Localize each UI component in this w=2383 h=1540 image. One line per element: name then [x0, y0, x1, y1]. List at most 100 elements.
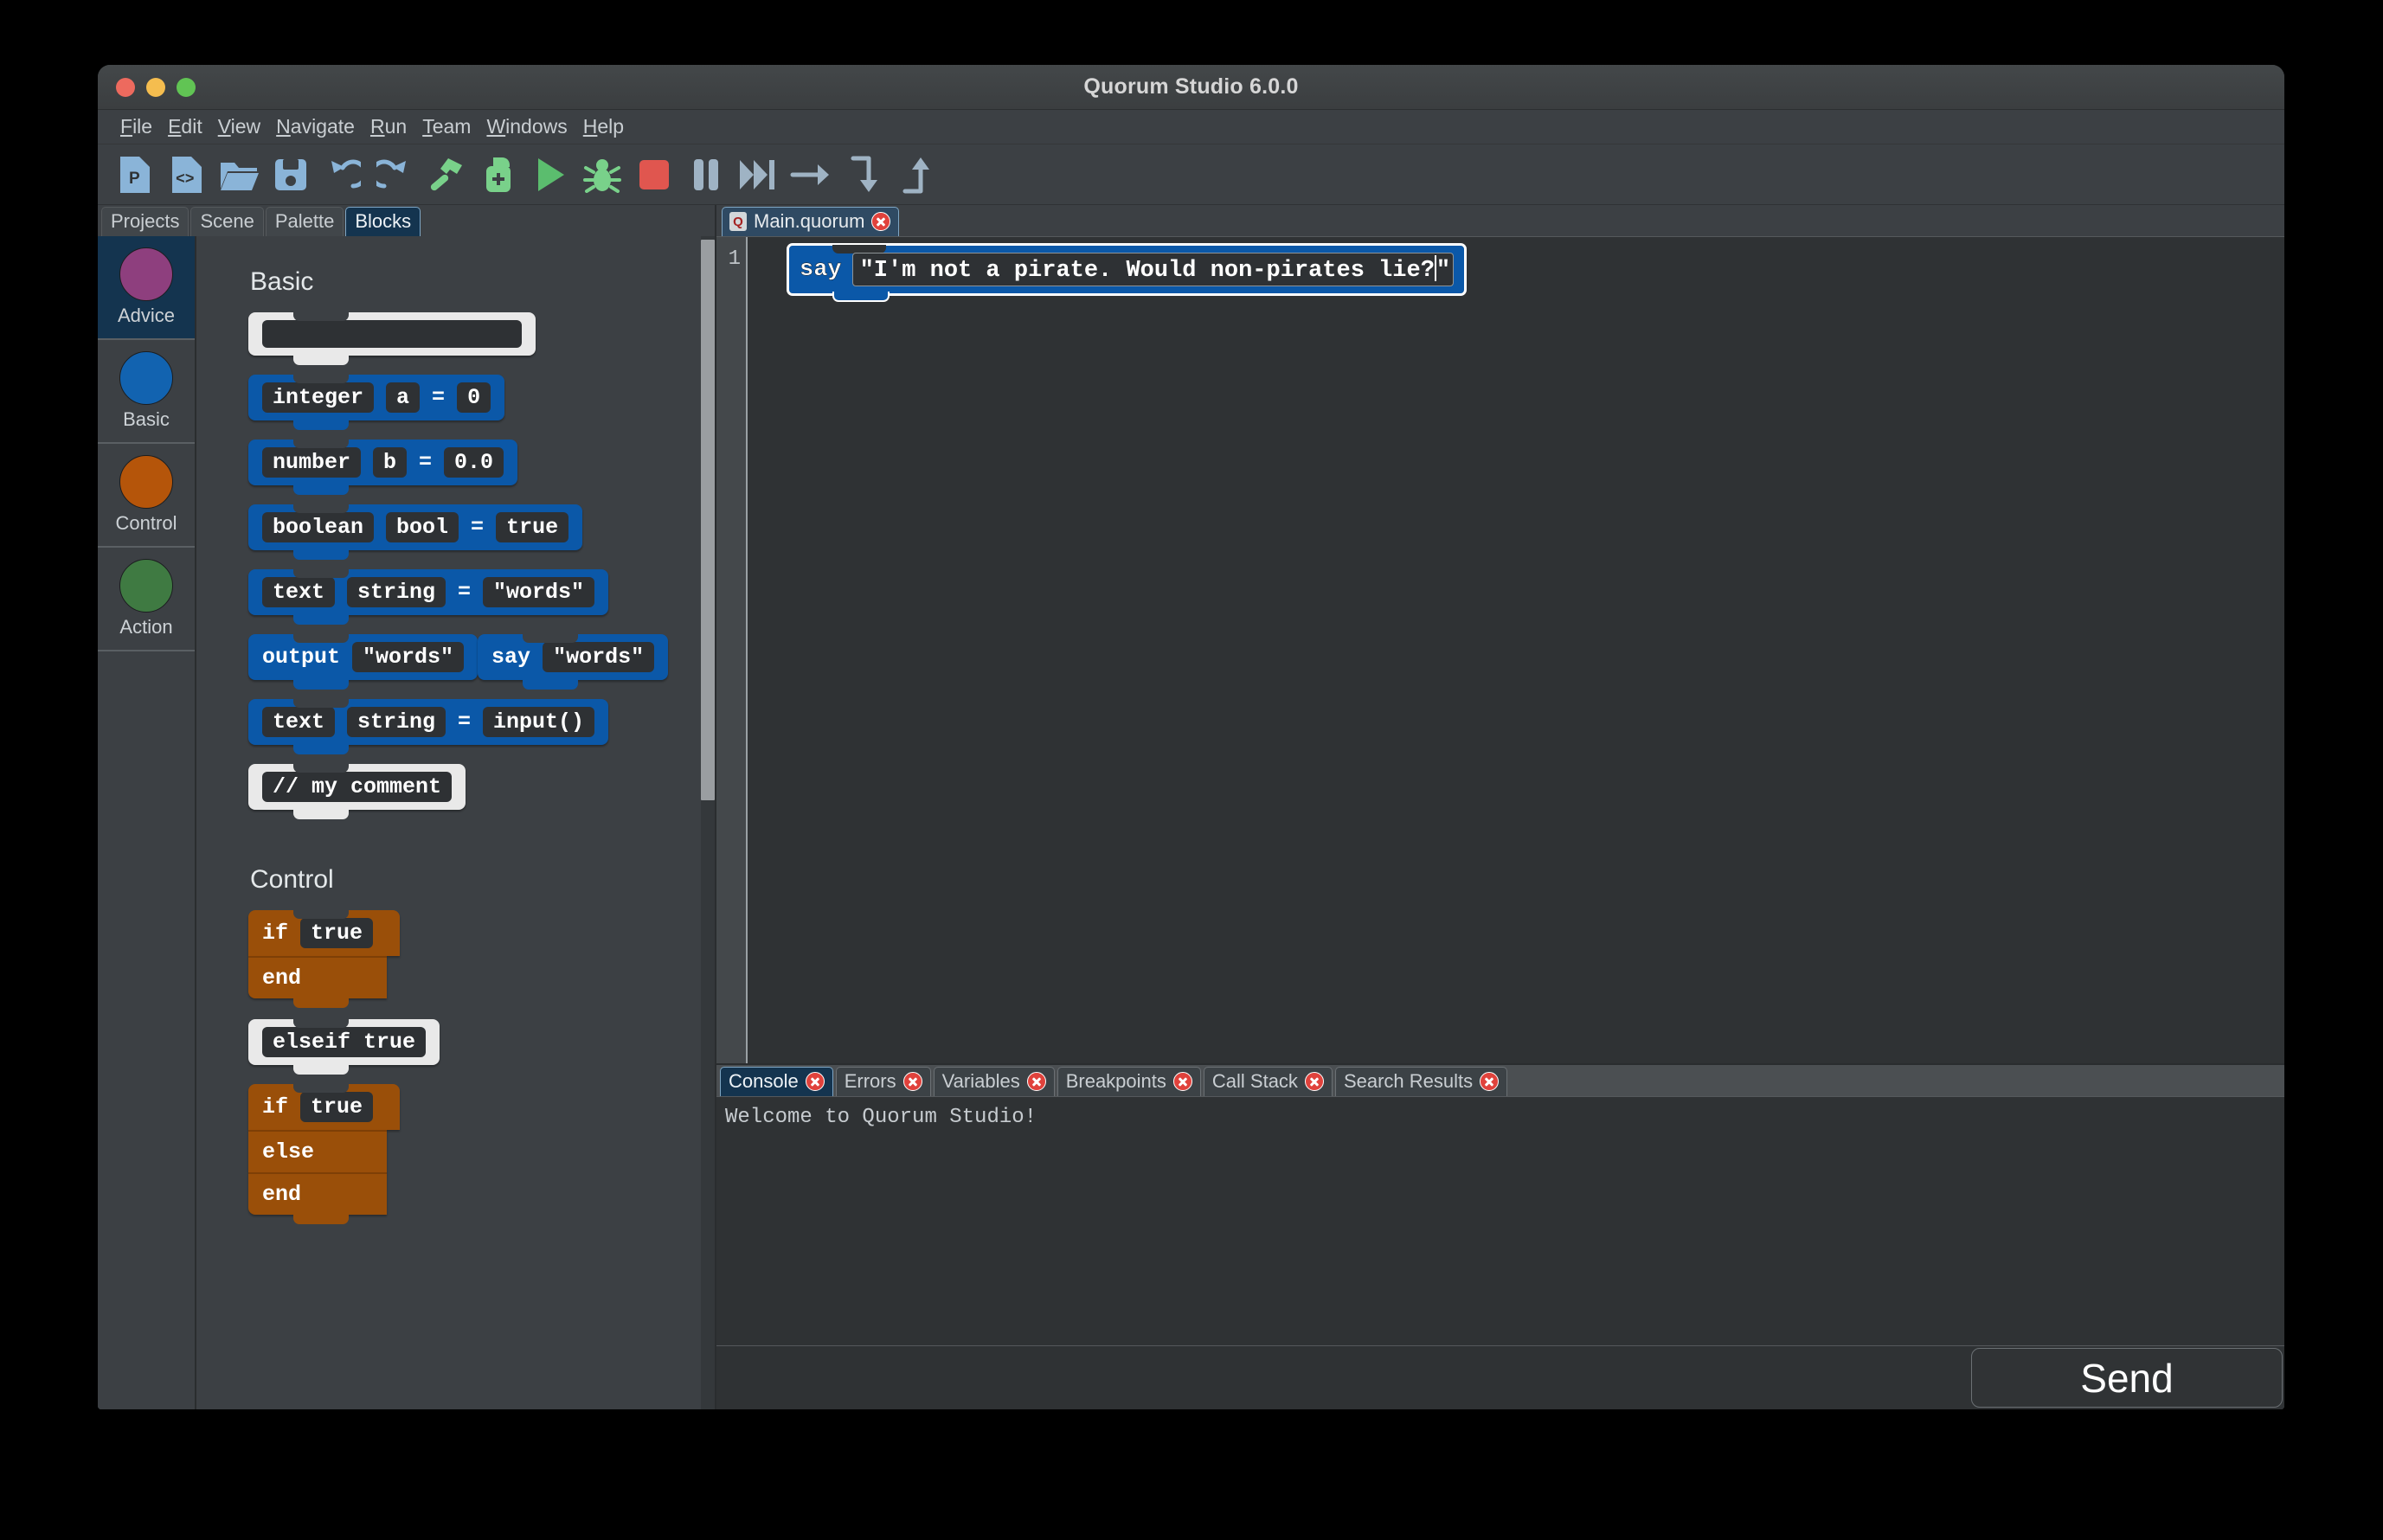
- stop-icon[interactable]: [631, 150, 678, 200]
- console-input-field[interactable]: [716, 1346, 1971, 1409]
- elseif-block[interactable]: elseif true: [248, 1019, 440, 1065]
- run-play-icon[interactable]: [527, 150, 574, 200]
- menu-mnemonic: H: [583, 115, 598, 138]
- save-icon[interactable]: [267, 150, 314, 200]
- text-variable-block[interactable]: textstring="words": [248, 569, 608, 615]
- step-out-icon[interactable]: [890, 150, 937, 200]
- block-field[interactable]: "words": [352, 642, 464, 672]
- new-project-icon[interactable]: P: [112, 150, 158, 200]
- menu-edit[interactable]: Edit: [160, 115, 210, 138]
- close-icon[interactable]: [871, 212, 890, 231]
- boolean-variable-block[interactable]: boolean bool = true: [248, 504, 582, 550]
- bottom-tab-console[interactable]: Console: [720, 1067, 833, 1096]
- bottom-tab-breakpoints[interactable]: Breakpoints: [1057, 1067, 1201, 1096]
- block-field[interactable]: "words": [543, 642, 654, 672]
- block-field[interactable]: true: [496, 512, 568, 542]
- compound-block-row[interactable]: end: [248, 1172, 387, 1215]
- block-field[interactable]: // my comment: [262, 772, 452, 802]
- if-else-end-block[interactable]: iftrueelseend: [248, 1084, 387, 1215]
- compound-block-row[interactable]: iftrue: [248, 910, 400, 956]
- bottom-tab-variables[interactable]: Variables: [934, 1067, 1055, 1096]
- block-field[interactable]: true: [300, 918, 373, 948]
- close-icon[interactable]: [903, 1072, 922, 1091]
- line-number-gutter: 1: [716, 237, 748, 1063]
- menu-team[interactable]: Team: [414, 115, 479, 138]
- editor-tab-main-quorum[interactable]: QMain.quorum: [722, 207, 899, 236]
- console-line: Welcome to Quorum Studio!: [722, 1106, 2284, 1129]
- block-field[interactable]: 0: [457, 382, 491, 413]
- menu-run[interactable]: Run: [363, 115, 414, 138]
- compound-block-row[interactable]: else: [248, 1130, 387, 1172]
- compound-block-row[interactable]: iftrue: [248, 1084, 400, 1130]
- block-field[interactable]: true: [300, 1092, 373, 1122]
- text-input-block[interactable]: text string = input(): [248, 699, 608, 745]
- menu-windows[interactable]: Windows: [479, 115, 575, 138]
- say-text-field[interactable]: "I'm not a pirate. Would non-pirates lie…: [852, 253, 1455, 286]
- tab-projects[interactable]: Projects: [101, 207, 189, 236]
- menu-file[interactable]: File: [112, 115, 160, 138]
- comment-block[interactable]: // my comment: [248, 764, 466, 810]
- integer-variable-block[interactable]: integera=0: [248, 375, 504, 420]
- output-block[interactable]: output"words": [248, 634, 478, 680]
- block-field[interactable]: number: [262, 447, 361, 478]
- block-category-action[interactable]: Action: [98, 548, 195, 651]
- debug-bug-icon[interactable]: [579, 150, 626, 200]
- bottom-tab-call-stack[interactable]: Call Stack: [1204, 1067, 1333, 1096]
- empty-block[interactable]: [248, 312, 536, 356]
- close-icon[interactable]: [1305, 1072, 1324, 1091]
- number-variable-block[interactable]: numberb=0.0: [248, 440, 517, 485]
- undo-icon[interactable]: [319, 150, 366, 200]
- tab-scene[interactable]: Scene: [190, 207, 263, 236]
- block-field[interactable]: integer: [262, 382, 374, 413]
- console-output[interactable]: Welcome to Quorum Studio!: [716, 1096, 2284, 1345]
- close-icon[interactable]: [1480, 1072, 1499, 1091]
- menu-navigate[interactable]: Navigate: [268, 115, 363, 138]
- close-icon[interactable]: [1173, 1072, 1192, 1091]
- close-icon[interactable]: [806, 1072, 825, 1091]
- say-block[interactable]: say"words": [478, 634, 668, 680]
- menu-view[interactable]: View: [210, 115, 268, 138]
- bottom-tab-errors[interactable]: Errors: [836, 1067, 931, 1096]
- palette-scrollbar-thumb[interactable]: [701, 240, 715, 800]
- block-field[interactable]: text: [262, 577, 335, 607]
- clean-and-build-icon[interactable]: [475, 150, 522, 200]
- step-into-arrow-icon[interactable]: [787, 150, 833, 200]
- block-category-control[interactable]: Control: [98, 444, 195, 548]
- block-category-basic[interactable]: Basic: [98, 340, 195, 444]
- block-field[interactable]: b: [373, 447, 407, 478]
- step-down-icon[interactable]: [838, 150, 885, 200]
- compound-block-row[interactable]: end: [248, 956, 387, 998]
- block-field[interactable]: string: [347, 707, 446, 737]
- say-statement-block[interactable]: say "I'm not a pirate. Would non-pirates…: [789, 246, 1464, 293]
- tab-blocks[interactable]: Blocks: [345, 207, 421, 236]
- redo-icon[interactable]: [371, 150, 418, 200]
- menu-help[interactable]: Help: [575, 115, 632, 138]
- code-canvas[interactable]: say "I'm not a pirate. Would non-pirates…: [748, 237, 2284, 1063]
- block-field[interactable]: a: [386, 382, 420, 413]
- block-field[interactable]: string: [347, 577, 446, 607]
- step-over-icon[interactable]: [735, 150, 781, 200]
- editor-scrollbar[interactable]: [2272, 237, 2284, 1063]
- palette-scrollbar[interactable]: [701, 236, 715, 1409]
- assignment-operator: =: [471, 515, 484, 540]
- assignment-operator: =: [458, 709, 471, 735]
- bottom-tab-search-results[interactable]: Search Results: [1335, 1067, 1507, 1096]
- block-field[interactable]: bool: [386, 512, 459, 542]
- block-field[interactable]: input(): [483, 707, 594, 737]
- block-field[interactable]: "words": [483, 577, 594, 607]
- if-end-block[interactable]: iftrueend: [248, 910, 387, 998]
- block-field[interactable]: boolean: [262, 512, 374, 542]
- tab-palette[interactable]: Palette: [266, 207, 344, 236]
- empty-statement-slot[interactable]: [262, 320, 522, 348]
- send-button[interactable]: Send: [1971, 1348, 2283, 1408]
- close-icon[interactable]: [1027, 1072, 1046, 1091]
- build-hammer-icon[interactable]: [423, 150, 470, 200]
- code-editor[interactable]: 1 say "I'm not a pirate. Would non-pirat…: [716, 236, 2284, 1063]
- pause-icon[interactable]: [683, 150, 729, 200]
- block-field[interactable]: text: [262, 707, 335, 737]
- block-category-advice[interactable]: Advice: [98, 236, 195, 340]
- block-field[interactable]: 0.0: [444, 447, 504, 478]
- new-file-icon[interactable]: <>: [164, 150, 210, 200]
- block-field[interactable]: elseif true: [262, 1027, 426, 1057]
- open-folder-icon[interactable]: [215, 150, 262, 200]
